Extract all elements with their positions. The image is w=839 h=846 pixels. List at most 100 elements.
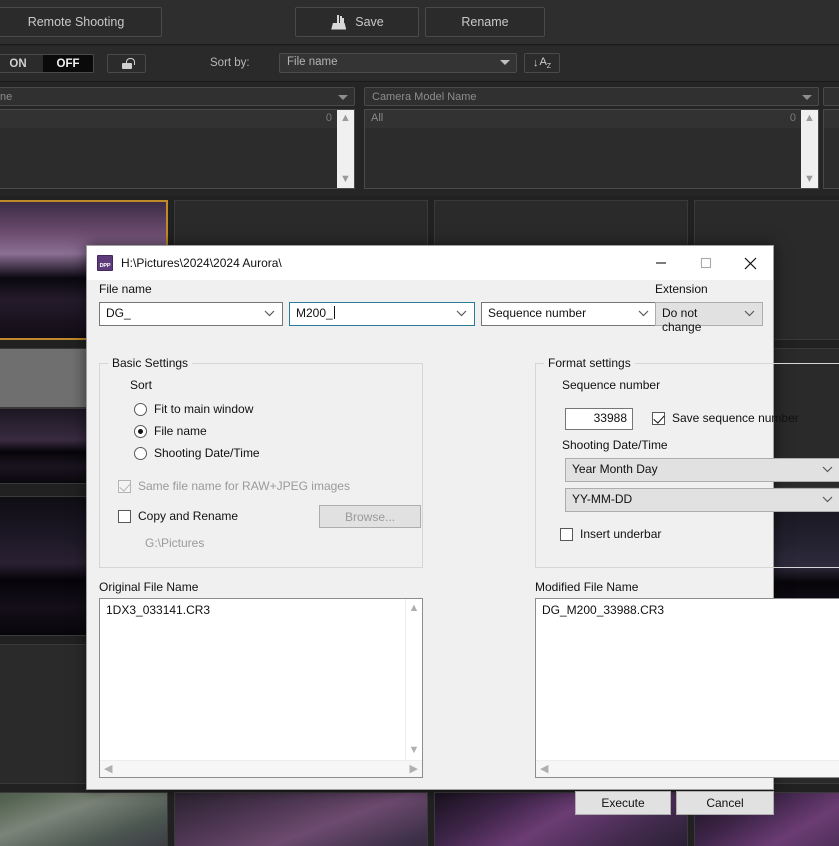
filter-pane-2: Camera Model Name All 0 ▲ ▼ xyxy=(364,87,819,189)
filter-1-row[interactable]: 0 xyxy=(0,110,354,128)
filter-2-row[interactable]: All 0 xyxy=(365,110,818,128)
chevron-down-icon xyxy=(456,310,467,317)
radio-label: Fit to main window xyxy=(154,402,254,416)
onoff-toggle[interactable]: ON OFF xyxy=(0,54,94,73)
checkbox-save-sequence-number[interactable]: Save sequence number xyxy=(652,411,799,425)
checkbox-same-file-name-raw-jpeg: Same file name for RAW+JPEG images xyxy=(118,479,350,493)
extension-label: Extension xyxy=(655,282,708,296)
format-settings-group: Format settings Sequence number 33988 Sa… xyxy=(535,356,839,568)
thumbnail-item[interactable] xyxy=(174,792,428,846)
dialog-title: H:\Pictures\2024\2024 Aurora\ xyxy=(121,256,282,270)
filter-1-label: ne xyxy=(0,91,13,103)
radio-icon xyxy=(134,446,147,460)
scroll-down-icon[interactable]: ▼ xyxy=(340,174,351,185)
middle-text-input[interactable]: M200_ xyxy=(289,302,475,326)
scroll-left-icon[interactable]: ◀ xyxy=(540,763,548,775)
modified-list-horizontal-scrollbar[interactable]: ◀ ▶ xyxy=(536,760,839,777)
format-settings-title: Format settings xyxy=(544,356,635,370)
scroll-right-icon[interactable]: ▶ xyxy=(410,763,418,775)
extension-select[interactable]: Do not change xyxy=(655,302,763,334)
shooting-datetime-label: Shooting Date/Time xyxy=(562,438,668,452)
maximize-icon xyxy=(700,257,711,269)
rename-dialog: H:\Pictures\2024\2024 Aurora\ File name … xyxy=(86,245,839,815)
scroll-down-icon[interactable]: ▼ xyxy=(409,745,420,756)
execute-label: Execute xyxy=(601,796,645,810)
checkbox-icon-checked xyxy=(652,411,665,425)
filter-2-count: 0 xyxy=(789,112,796,124)
filter-3-select[interactable] xyxy=(823,87,839,106)
sort-by-value: File name xyxy=(287,56,338,68)
checkbox-insert-underbar[interactable]: Insert underbar xyxy=(560,527,661,541)
original-list-vertical-scrollbar[interactable]: ▲ ▼ xyxy=(405,599,422,760)
date-format-select[interactable]: YY-MM-DD xyxy=(565,488,839,512)
sort-direction-label: AZ xyxy=(539,55,552,71)
scroll-down-icon[interactable]: ▼ xyxy=(804,174,815,185)
chevron-down-icon xyxy=(338,95,348,100)
browse-button: Browse... xyxy=(319,505,421,528)
radio-shooting-date-time[interactable]: Shooting Date/Time xyxy=(134,446,260,460)
sequence-type-value: Sequence number xyxy=(488,306,587,320)
sequence-number-label: Sequence number xyxy=(562,378,661,392)
file-name-label: File name xyxy=(99,282,152,296)
checkbox-copy-and-rename[interactable]: Copy and Rename xyxy=(118,509,238,523)
dpp-app-icon xyxy=(97,255,113,271)
original-list-horizontal-scrollbar[interactable]: ◀ ▶ xyxy=(100,760,422,777)
filter-3-list[interactable] xyxy=(823,109,839,189)
scroll-left-icon[interactable]: ◀ xyxy=(104,763,112,775)
maximize-button[interactable] xyxy=(683,246,728,280)
lock-button[interactable] xyxy=(107,54,146,73)
sequence-number-input[interactable]: 33988 xyxy=(565,408,633,430)
save-button[interactable]: Save xyxy=(295,7,419,37)
close-button[interactable] xyxy=(728,246,773,280)
basic-settings-group: Basic Settings Sort Fit to main window F… xyxy=(99,356,423,568)
sort-direction-button[interactable]: ↓ AZ xyxy=(524,53,560,73)
scroll-up-icon[interactable]: ▲ xyxy=(804,113,815,124)
thumbnail-item[interactable] xyxy=(0,792,168,846)
list-item[interactable]: DG_M200_33988.CR3 xyxy=(536,599,839,617)
filter-2-list[interactable]: All 0 ▲ ▼ xyxy=(364,109,819,189)
filter-2-scrollbar[interactable]: ▲ ▼ xyxy=(801,110,818,188)
remote-shooting-button[interactable]: Remote Shooting xyxy=(0,7,162,37)
filter-2-row-label: All xyxy=(371,112,384,124)
toggle-off-label[interactable]: OFF xyxy=(43,55,93,72)
filter-3-row[interactable] xyxy=(824,110,839,128)
filter-2-select[interactable]: Camera Model Name xyxy=(364,87,819,106)
chevron-down-icon xyxy=(264,310,275,317)
list-item[interactable]: 1DX3_033141.CR3 xyxy=(100,599,422,617)
sort-by-select[interactable]: File name xyxy=(279,53,517,73)
prefix-select[interactable]: DG_ xyxy=(99,302,283,326)
minimize-icon xyxy=(655,262,666,264)
radio-file-name[interactable]: File name xyxy=(134,424,207,438)
scroll-up-icon[interactable]: ▲ xyxy=(340,113,351,124)
chevron-down-icon xyxy=(802,95,812,100)
remote-shooting-label: Remote Shooting xyxy=(27,15,125,29)
dialog-body: File name Extension DG_ M200_ Sequence n… xyxy=(87,280,839,815)
filter-1-list[interactable]: 0 ▲ ▼ xyxy=(0,109,355,189)
save-label: Save xyxy=(355,15,384,29)
toggle-on-label[interactable]: ON xyxy=(0,55,43,72)
dialog-title-bar[interactable]: H:\Pictures\2024\2024 Aurora\ xyxy=(87,246,773,280)
browse-label: Browse... xyxy=(344,509,395,524)
modified-file-name-label: Modified File Name xyxy=(535,580,639,594)
date-order-value: Year Month Day xyxy=(572,462,658,476)
minimize-button[interactable] xyxy=(638,246,683,280)
filter-1-select[interactable]: ne xyxy=(0,87,355,106)
execute-button[interactable]: Execute xyxy=(575,791,671,815)
radio-fit-to-main-window[interactable]: Fit to main window xyxy=(134,402,253,416)
filter-1-scrollbar[interactable]: ▲ ▼ xyxy=(337,110,354,188)
date-order-select[interactable]: Year Month Day xyxy=(565,458,839,482)
modified-file-name-list[interactable]: DG_M200_33988.CR3 ▲ ▼ ◀ ▶ xyxy=(535,598,839,778)
scroll-up-icon[interactable]: ▲ xyxy=(409,603,420,614)
rename-button[interactable]: Rename xyxy=(425,7,545,37)
filter-1-count: 0 xyxy=(325,112,332,124)
filter-panel: ne 0 ▲ ▼ Camera Model Name All 0 ▲ ▼ xyxy=(0,83,839,280)
checkbox-label: Insert underbar xyxy=(580,527,662,541)
radio-icon-selected xyxy=(134,424,147,438)
chevron-down-icon xyxy=(822,496,833,503)
sequence-type-select[interactable]: Sequence number xyxy=(481,302,657,326)
unlock-icon xyxy=(121,58,135,69)
cancel-button[interactable]: Cancel xyxy=(676,791,774,815)
text-caret xyxy=(333,306,335,319)
save-icon xyxy=(330,14,347,30)
original-file-name-list[interactable]: 1DX3_033141.CR3 ▲ ▼ ◀ ▶ xyxy=(99,598,423,778)
